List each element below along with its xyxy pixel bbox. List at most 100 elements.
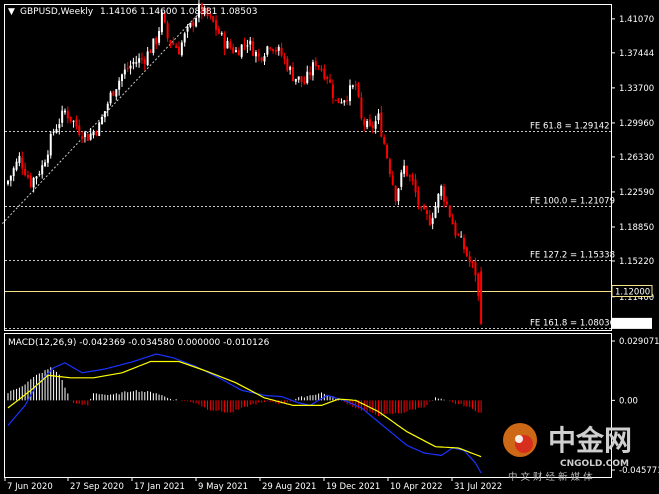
candle-body (115, 89, 118, 97)
candle-body (329, 79, 332, 83)
candle-body (460, 236, 463, 238)
candle-body (103, 111, 106, 118)
candle-body (217, 28, 220, 34)
candle-body (269, 47, 272, 49)
candle-body (289, 66, 292, 70)
candle-body (351, 85, 354, 88)
chart-canvas: FE 61.8 = 1.29142 FE 100.0 = 1.21079 FE 12… (1, 0, 659, 492)
candle-body (35, 176, 38, 179)
candle-body (18, 155, 21, 163)
candle-body (180, 42, 183, 56)
candle-body (158, 30, 161, 43)
candle-body (371, 124, 374, 129)
price-panel-frame (4, 4, 612, 331)
candle-body (132, 62, 135, 64)
price-tick-label: 1.22590 (619, 188, 654, 198)
candle-body (252, 41, 255, 56)
candle-body (411, 174, 414, 181)
candle-body (403, 165, 406, 174)
candle-body (29, 175, 32, 187)
candle-body (474, 261, 477, 276)
candle-body (169, 40, 172, 44)
candle-body (400, 172, 403, 187)
price-tick-label: 1.15220 (619, 257, 654, 267)
candle-body (143, 59, 146, 64)
candle-body (349, 85, 351, 102)
current-price-label: 1.08503 (615, 320, 650, 330)
time-tick-label: 10 Apr 2022 (390, 482, 443, 492)
candle-body (468, 256, 471, 262)
candle-body (83, 132, 86, 138)
candle-body (440, 185, 443, 196)
candle-body (286, 58, 289, 71)
candle-body (297, 76, 300, 80)
candle-body (408, 175, 411, 177)
symbol-dropdown-arrow[interactable]: ▼ (8, 7, 15, 17)
candle-body (343, 100, 346, 103)
macd-label: MACD(12,26,9) -0.042369 -0.034580 0.0000… (8, 338, 270, 348)
candle-body (32, 177, 35, 188)
watermark-tagline: 中 文 财 经 新 媒 体 (508, 471, 593, 483)
candle-body (186, 26, 189, 32)
candle-body (337, 98, 340, 104)
candle-body (428, 215, 431, 226)
candle-body (126, 67, 129, 70)
candle-body (212, 16, 215, 22)
candle-body (7, 180, 9, 185)
candle-body (78, 125, 81, 135)
time-tick-label: 7 Jun 2020 (7, 482, 53, 492)
time-tick-label: 17 Jan 2021 (134, 482, 185, 492)
candle-body (266, 46, 269, 55)
candle-body (377, 113, 380, 121)
fibo-level-label-3: FE 161.8 = 1.08036 (530, 319, 615, 329)
candle-body (152, 38, 155, 53)
candle-body (374, 121, 377, 129)
candle-body (406, 165, 408, 177)
candle-body (172, 43, 175, 45)
watermark-logo-text: 中金网 (548, 424, 632, 457)
candle-body (52, 131, 55, 133)
candle-body (388, 159, 391, 174)
candle-body (189, 23, 192, 27)
candle-body (434, 206, 437, 218)
candle-body (314, 61, 317, 66)
candle-body (55, 129, 58, 133)
price-axis: 1.41070 1.37444 1.33700 1.29960 1.26330 1.225… (611, 15, 654, 330)
fibo-levels: FE 61.8 = 1.29142 FE 100.0 = 1.21079 FE 12… (5, 122, 615, 329)
candle-body (386, 144, 389, 159)
candle-body (38, 173, 41, 176)
candle-body (340, 102, 343, 104)
watermark-site: CNGOLD.COM (560, 459, 629, 469)
candle-body (471, 261, 474, 264)
macd-main-line (7, 353, 482, 474)
macd-plot (7, 353, 482, 474)
candle-body (41, 165, 44, 175)
candle-body (465, 247, 468, 256)
candle-body (331, 84, 334, 98)
candle-body (437, 193, 440, 208)
candle-body (357, 83, 360, 97)
candle-body (260, 57, 263, 61)
candle-body (155, 37, 158, 45)
candle-body (138, 58, 141, 63)
candle-body (135, 62, 138, 64)
price-tick-label: 1.37444 (619, 49, 654, 59)
candle-body (294, 78, 297, 82)
candle-body (277, 46, 280, 51)
candle-body (380, 112, 383, 137)
candle-body (292, 67, 294, 81)
candle-body (431, 217, 434, 224)
candle-body (243, 44, 246, 46)
candle-body (15, 161, 18, 170)
candle-body (240, 44, 243, 57)
candle-body (303, 81, 306, 85)
candle-body (229, 42, 232, 48)
candle-body (101, 116, 104, 125)
time-tick-label: 9 May 2021 (198, 482, 248, 492)
candle-body (220, 32, 223, 35)
candle-body (183, 33, 186, 43)
candle-body (121, 74, 123, 82)
time-tick-label: 19 Dec 2021 (326, 482, 380, 492)
time-tick-label: 31 Jul 2022 (454, 482, 502, 492)
candle-body (66, 110, 69, 119)
